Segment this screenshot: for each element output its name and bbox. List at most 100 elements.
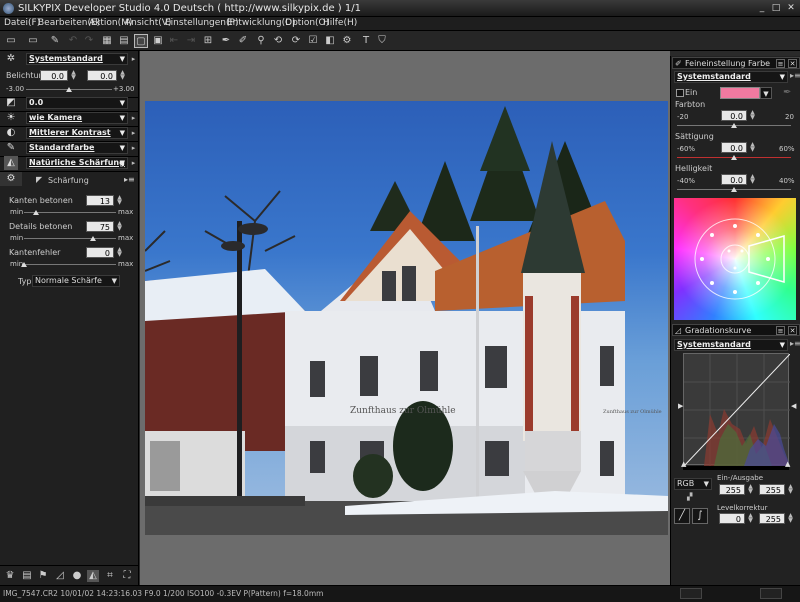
- text-tool-icon[interactable]: T: [359, 34, 373, 48]
- edge-input[interactable]: 13: [86, 195, 114, 206]
- stamp-icon[interactable]: ◧: [323, 34, 337, 48]
- camera-menu-button[interactable]: ▸: [129, 113, 138, 123]
- undo-icon[interactable]: ↶: [66, 34, 80, 48]
- crop-icon[interactable]: ⌗: [104, 570, 116, 582]
- panel-close-icon[interactable]: ✕: [788, 326, 797, 335]
- contrast-menu-button[interactable]: ▸: [129, 128, 138, 138]
- redo-icon[interactable]: ↷: [82, 34, 96, 48]
- camera-dropdown[interactable]: wie Kamera ▼: [26, 112, 128, 124]
- transform-icon[interactable]: ⛶: [121, 570, 133, 582]
- black-point-handle[interactable]: ▲: [681, 460, 686, 468]
- edge-error-input[interactable]: 0: [86, 247, 114, 258]
- detail-spinner[interactable]: ▲ ▼: [116, 221, 123, 232]
- menu-help[interactable]: Hilfe(H): [323, 18, 357, 28]
- color-dropdown[interactable]: Standardfarbe ▼: [26, 142, 128, 154]
- exposure-spinner-2[interactable]: ▲ ▼: [119, 70, 126, 81]
- link-icon[interactable]: ▞: [687, 493, 692, 501]
- eyedropper-icon[interactable]: ✎: [48, 34, 62, 48]
- fine-preset-dropdown[interactable]: Systemstandard ▼: [674, 71, 788, 83]
- single-view-icon[interactable]: ▢: [134, 34, 148, 48]
- menu-file[interactable]: Datei(F): [4, 18, 40, 28]
- edge-error-slider-track[interactable]: [24, 264, 116, 265]
- swatch-dropdown-arrow[interactable]: ▼: [760, 87, 772, 99]
- grid-view-icon[interactable]: ▦: [100, 34, 114, 48]
- flag-icon[interactable]: ⚑: [37, 570, 49, 582]
- left-marker-icon[interactable]: ▶: [678, 402, 683, 410]
- crop-grid-icon[interactable]: ⊞: [201, 34, 215, 48]
- lightness-spinner[interactable]: ▲ ▼: [749, 174, 756, 185]
- tone-preset-dropdown[interactable]: Systemstandard ▼: [674, 339, 788, 351]
- level-high-input[interactable]: 255: [759, 513, 785, 524]
- curve-icon[interactable]: ◿: [54, 570, 66, 582]
- preset-dropdown[interactable]: Systemstandard ▼: [26, 53, 128, 65]
- detail-slider-thumb[interactable]: [90, 236, 96, 241]
- eyedropper-icon[interactable]: ✒: [783, 87, 791, 98]
- sharpness-menu-button[interactable]: ▸: [129, 158, 138, 168]
- minimize-button[interactable]: _: [757, 3, 767, 13]
- type-dropdown[interactable]: Normale Schärfe ▼: [32, 275, 120, 287]
- io-output[interactable]: 255: [759, 484, 785, 495]
- panel-menu-icon[interactable]: ≡: [776, 59, 785, 68]
- on-checkbox[interactable]: [676, 89, 684, 97]
- exposure-input-2[interactable]: 0.0: [87, 70, 117, 81]
- saturation-slider-thumb[interactable]: [731, 155, 737, 160]
- panel-menu-icon[interactable]: ≡: [776, 326, 785, 335]
- section-menu-icon[interactable]: ▸≡: [124, 175, 135, 184]
- hue-slider-thumb[interactable]: [731, 123, 737, 128]
- compare-view-icon[interactable]: ▣: [151, 34, 165, 48]
- color-menu-button[interactable]: ▸: [129, 143, 138, 153]
- shield-icon[interactable]: ⛉: [375, 34, 389, 48]
- level-low-spinner[interactable]: ▲ ▼: [747, 513, 754, 524]
- rotate-left-icon[interactable]: ⟲: [271, 34, 285, 48]
- edge-error-slider-thumb[interactable]: [21, 262, 27, 267]
- white-balance-dropdown[interactable]: 0.0 ▼: [26, 97, 128, 109]
- white-point-handle[interactable]: ▲: [785, 460, 790, 468]
- hue-spinner[interactable]: ▲ ▼: [749, 110, 756, 121]
- smooth-curve-button[interactable]: ∫: [692, 508, 708, 524]
- preset-menu-icon[interactable]: ▸≡: [790, 71, 800, 80]
- detail-input[interactable]: 75: [86, 221, 114, 232]
- crown-icon[interactable]: ♛: [4, 570, 16, 582]
- brush-tool-icon[interactable]: ✐: [236, 34, 250, 48]
- edge-slider-thumb[interactable]: [32, 210, 39, 215]
- hue-input[interactable]: 0.0: [721, 110, 747, 121]
- tone-preset-menu-icon[interactable]: ▸≡: [790, 339, 800, 348]
- dropper-tool-icon[interactable]: ⚲: [254, 34, 268, 48]
- saturation-input[interactable]: 0.0: [721, 142, 747, 153]
- photo-preview[interactable]: Zunfthaus zur Olmühle Zunfthaus zur Olmü…: [145, 101, 668, 535]
- edge-spinner[interactable]: ▲ ▼: [116, 195, 123, 206]
- sharpness-dropdown[interactable]: Natürliche Schärfung ▼: [26, 157, 128, 169]
- edge-error-spinner[interactable]: ▲ ▼: [116, 247, 123, 258]
- tone-curve-graph[interactable]: [683, 353, 791, 467]
- close-button[interactable]: ✕: [786, 3, 796, 13]
- exposure-slider-thumb[interactable]: [66, 87, 72, 92]
- contrast-dropdown[interactable]: Mittlerer Kontrast ▼: [26, 127, 128, 139]
- io-input[interactable]: 255: [719, 484, 745, 495]
- sphere-icon[interactable]: ●: [71, 570, 83, 582]
- lightness-slider-thumb[interactable]: [731, 187, 737, 192]
- level-low-input[interactable]: 0: [719, 513, 745, 524]
- open-file-icon[interactable]: ▭: [26, 34, 40, 48]
- gradient-icon[interactable]: ◭: [87, 570, 99, 582]
- split-view-icon[interactable]: ▤: [117, 34, 131, 48]
- comment-icon[interactable]: ▤: [21, 570, 33, 582]
- settings-tool-icon[interactable]: ⚙: [340, 34, 354, 48]
- panel-close-icon[interactable]: ✕: [788, 59, 797, 68]
- saturation-spinner[interactable]: ▲ ▼: [749, 142, 756, 153]
- exposure-spinner-1[interactable]: ▲ ▼: [70, 70, 77, 81]
- io-input-spinner[interactable]: ▲ ▼: [747, 484, 754, 495]
- preset-menu-button[interactable]: ▸: [129, 54, 138, 64]
- pen-tool-icon[interactable]: ✒: [219, 34, 233, 48]
- maximize-button[interactable]: □: [771, 3, 781, 13]
- open-folder-icon[interactable]: ▭: [4, 34, 18, 48]
- right-marker-icon[interactable]: ◀: [791, 402, 796, 410]
- exposure-input-1[interactable]: 0.0: [40, 70, 68, 81]
- sharpen-section-tab[interactable]: ⚙: [0, 172, 22, 186]
- channel-dropdown[interactable]: RGB ▼: [674, 478, 712, 490]
- color-swatch[interactable]: [720, 87, 760, 99]
- linear-curve-button[interactable]: ╱: [674, 508, 690, 524]
- rotate-right-icon[interactable]: ⟳: [289, 34, 303, 48]
- color-wheel[interactable]: [674, 198, 796, 320]
- back-icon[interactable]: ⇤: [167, 34, 181, 48]
- check-icon[interactable]: ☑: [306, 34, 320, 48]
